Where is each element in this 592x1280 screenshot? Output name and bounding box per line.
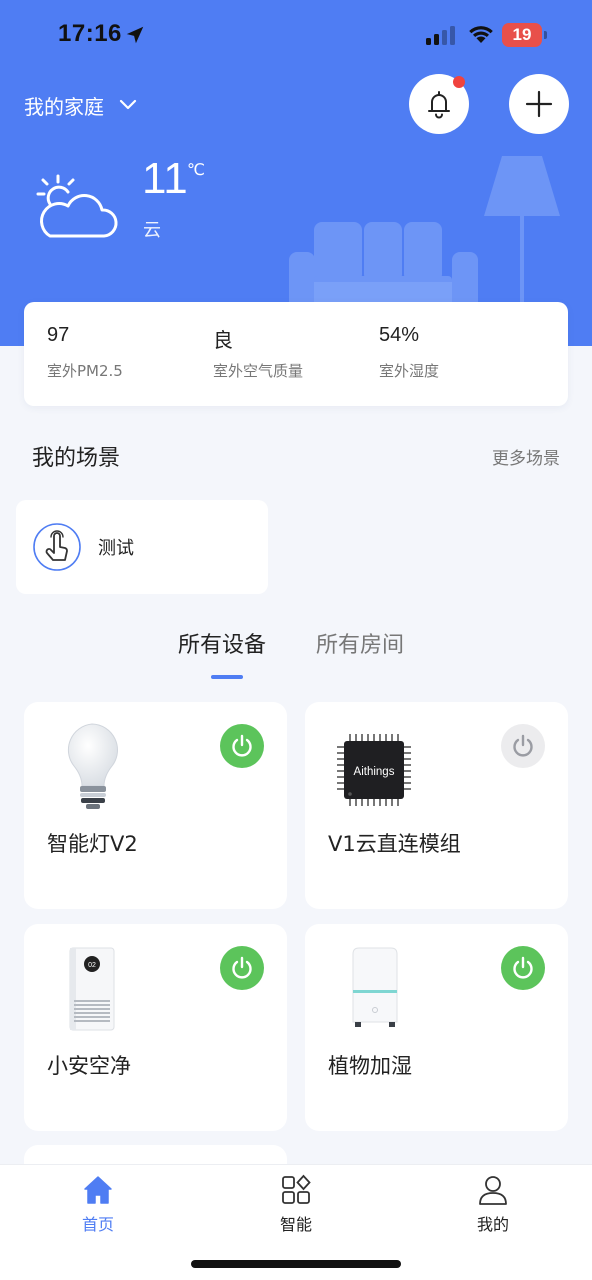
home-indicator [191,1260,401,1268]
aq-quality: 良 室外空气质量 [213,324,303,381]
device-name: 智能灯V2 [47,832,138,856]
user-icon [479,1176,507,1205]
device-card-cloud-module[interactable]: Aithings V1云直连模组 [305,702,568,909]
bell-icon [428,91,450,119]
nav-label: 我的 [476,1215,509,1234]
device-name: V1云直连模组 [328,832,461,856]
weather-description: 云 [143,220,161,241]
power-icon [232,734,252,757]
device-card-smart-light[interactable]: 智能灯V2 [24,702,287,909]
notification-dot [453,76,465,88]
nav-label: 首页 [81,1215,114,1234]
nav-label: 智能 [279,1215,312,1234]
temperature-unit: ℃ [187,160,205,179]
temperature: 11 [142,154,188,203]
aq-label: 室外PM2.5 [47,362,123,380]
status-bar: 17:16 19 [0,0,592,70]
tab-all-devices[interactable]: 所有设备 [178,627,266,659]
aq-humidity: 54% 室外湿度 [379,324,439,381]
home-selector[interactable]: 我的家庭 [24,88,138,122]
signal-icon [426,26,455,45]
plus-icon [525,90,553,118]
chevron-down-icon [119,99,137,110]
tab-all-rooms[interactable]: 所有房间 [316,627,404,659]
nav-home[interactable]: 首页 [48,1173,148,1235]
power-icon [513,956,533,979]
home-name: 我的家庭 [24,94,104,119]
grid-icon [282,1174,311,1204]
tab-indicator [211,675,243,679]
power-toggle[interactable] [501,724,545,768]
status-time: 17:16 [58,20,122,47]
humidifier-icon [352,947,398,1027]
air-purifier-icon: 02 [69,947,115,1031]
light-bulb-icon [67,723,118,809]
add-button[interactable] [509,74,569,134]
nav-smart[interactable]: 智能 [246,1173,346,1235]
device-name: 植物加湿 [328,1054,412,1078]
header-background: 17:16 19 我的家庭 11 ℃ 云 [0,0,592,346]
scenes-title: 我的场景 [32,446,121,471]
aq-label: 室外湿度 [379,362,440,380]
scene-card[interactable]: 测试 [16,500,268,594]
power-icon [232,956,252,979]
wifi-icon [469,26,493,43]
aq-pm25: 97 室外PM2.5 [47,324,123,381]
more-scenes-link[interactable]: 更多场景 [492,444,560,469]
battery-icon: 19 [502,23,548,47]
power-toggle[interactable] [501,946,545,990]
nav-mine[interactable]: 我的 [443,1173,543,1235]
partly-cloudy-icon [36,174,118,238]
home-icon [84,1176,112,1204]
power-toggle[interactable] [220,724,264,768]
notification-button[interactable] [409,74,469,134]
aq-value: 97 [47,324,70,346]
purifier-display: 02 [88,962,96,969]
tap-hand-icon [33,523,81,571]
device-name: 小安空净 [47,1054,131,1078]
chip-icon: Aithings [337,734,411,806]
battery-level: 19 [512,25,532,44]
power-icon [513,734,533,757]
location-arrow-icon [126,26,144,44]
air-quality-card: 97 室外PM2.5 良 室外空气质量 54% 室外湿度 [24,302,568,406]
device-card-air-purifier[interactable]: 02 小安空净 [24,924,287,1131]
device-card-humidifier[interactable]: 植物加湿 [305,924,568,1131]
chip-label: Aithings [354,766,395,778]
scene-name: 测试 [98,538,134,559]
aq-value: 良 [213,330,233,352]
aq-value: 54% [379,324,420,346]
aq-label: 室外空气质量 [213,362,304,380]
power-toggle[interactable] [220,946,264,990]
